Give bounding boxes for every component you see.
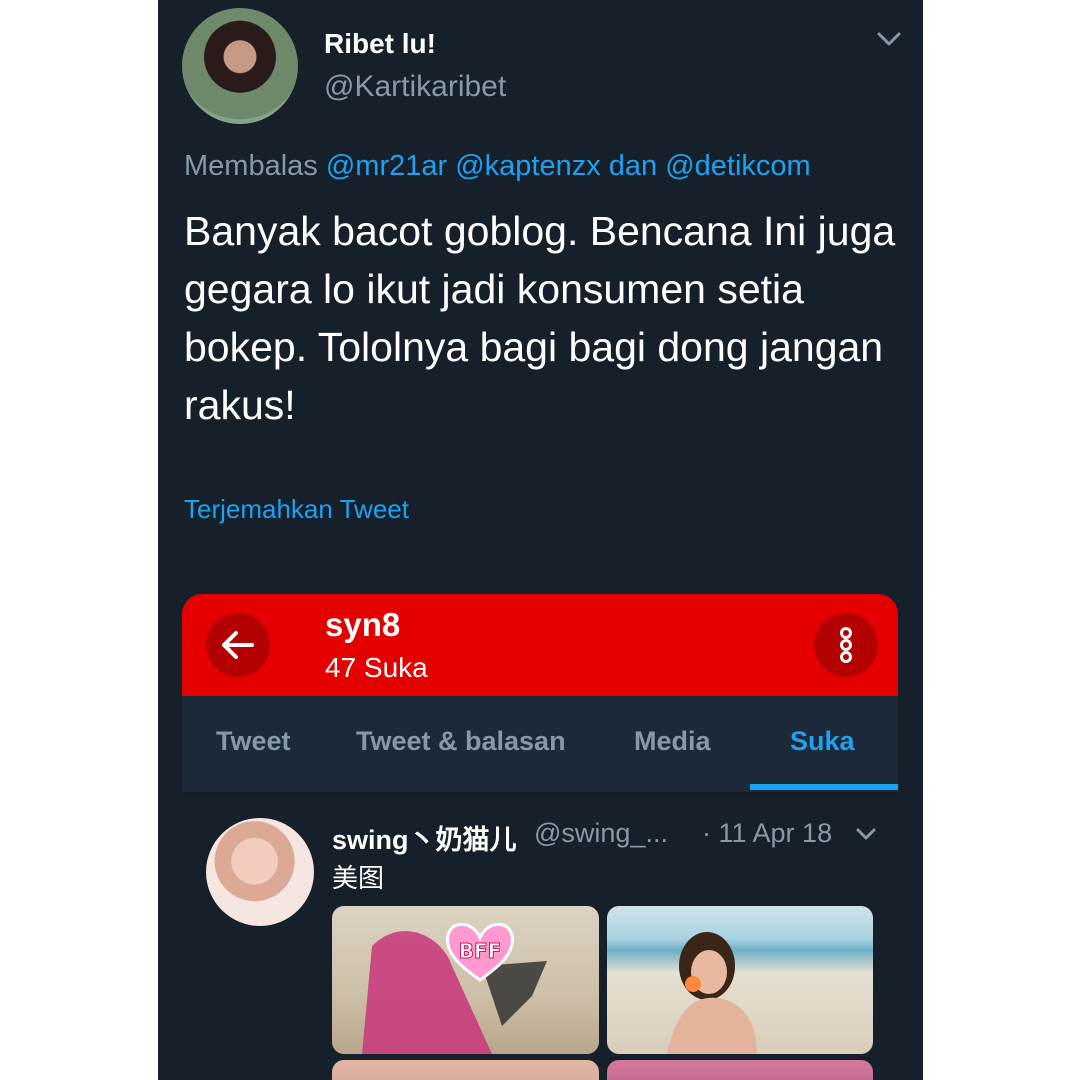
replying-to: Membalas @mr21ar @kaptenzx dan @detikcom [184,150,811,183]
mention-link[interactable]: @kaptenzx [455,150,601,182]
tweet-media-image[interactable] [607,1060,873,1080]
liked-tweet-text: 美图 [332,863,385,893]
translate-tweet-link[interactable]: Terjemahkan Tweet [184,494,409,525]
author-name[interactable]: Ribet lu! [324,28,436,60]
tweet-text: Banyak bacot goblog. Bencana Ini juga ge… [184,208,896,428]
author-handle[interactable]: @Kartikaribet [324,70,506,104]
more-vertical-icon [840,627,852,663]
profile-name: syn8 [325,606,401,643]
back-button[interactable] [206,613,270,677]
replying-prefix: Membalas [184,150,318,182]
tab-likes[interactable]: Suka [790,726,855,757]
tab-tweet-replies[interactable]: Tweet & balasan [356,726,566,757]
more-options-button[interactable] [814,613,878,677]
tweet-media-image[interactable] [332,1060,599,1080]
image-badge: BFF [459,939,502,963]
author-avatar[interactable] [182,8,298,124]
chevron-down-icon[interactable] [854,824,878,844]
tweet-media-image[interactable]: BFF [332,906,599,1054]
profile-likes-count: 47 Suka [325,652,428,683]
mention-link[interactable]: @mr21ar [326,150,447,182]
liked-tweet-date: · 11 Apr 18 [702,818,833,848]
embedded-screenshot: syn8 47 Suka Tweet Tweet & balasan Media… [182,594,898,1080]
mention-joiner: dan [608,150,658,182]
arrow-left-icon [222,631,254,659]
liked-tweet-avatar[interactable] [206,818,314,926]
profile-tabs: Tweet Tweet & balasan Media Suka [182,696,898,793]
chevron-down-icon[interactable] [874,26,904,52]
mention-link[interactable]: @detikcom [665,150,810,182]
profile-header: syn8 47 Suka [182,594,898,696]
active-tab-indicator [750,784,898,790]
liked-tweet-author-name[interactable]: swing丶奶猫儿 [332,818,517,857]
tab-media[interactable]: Media [634,726,711,757]
liked-tweet-author-handle[interactable]: @swing_... [534,818,668,849]
tweet-media-image[interactable] [607,906,873,1054]
tab-tweet[interactable]: Tweet [216,726,291,757]
tweet-panel: Ribet lu! @Kartikaribet Membalas @mr21ar… [158,0,923,1080]
